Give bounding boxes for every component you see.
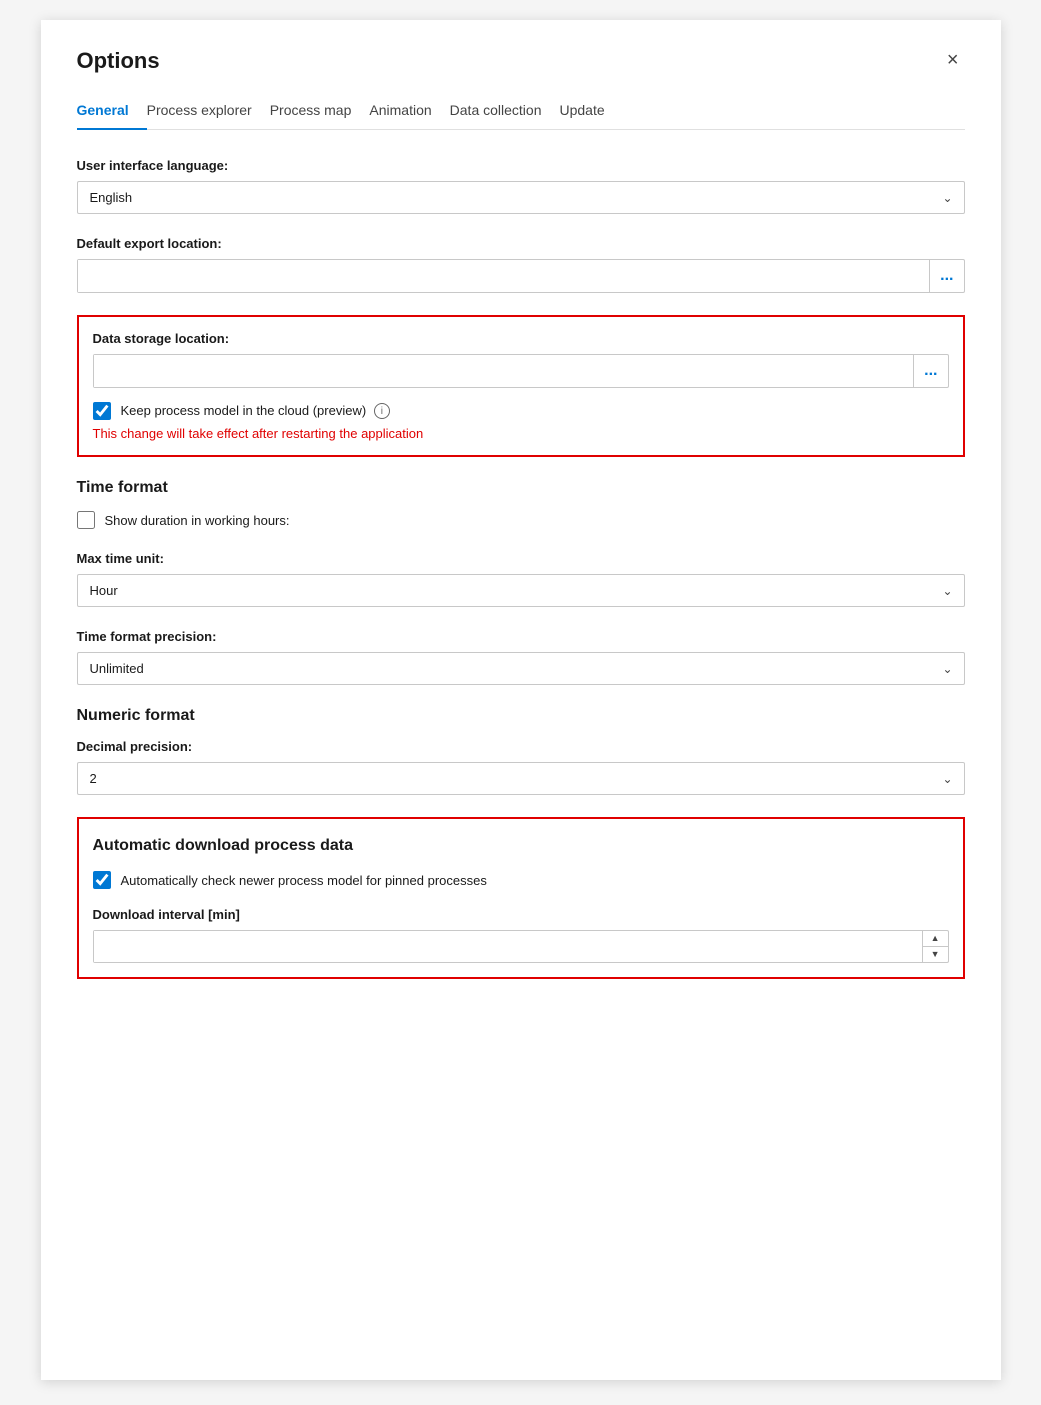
decimal-precision-group: Decimal precision: 0 1 2 3 4 ⌄ — [77, 739, 965, 795]
show-duration-row: Show duration in working hours: — [77, 511, 965, 529]
tab-process-explorer[interactable]: Process explorer — [147, 92, 270, 130]
dialog-header: Options × — [77, 48, 965, 74]
max-time-unit-select[interactable]: Hour Day Week Month — [77, 574, 965, 607]
default-export-browse-button[interactable]: ... — [929, 260, 963, 292]
auto-check-row: Automatically check newer process model … — [93, 871, 949, 889]
options-dialog: Options × General Process explorer Proce… — [41, 20, 1001, 1380]
show-duration-group: Show duration in working hours: — [77, 511, 965, 529]
time-format-precision-group: Time format precision: Unlimited Seconds… — [77, 629, 965, 685]
tab-data-collection[interactable]: Data collection — [450, 92, 560, 130]
default-export-label: Default export location: — [77, 236, 965, 251]
tabs-container: General Process explorer Process map Ani… — [77, 92, 965, 130]
default-export-group: Default export location: C:\Users\userna… — [77, 236, 965, 293]
ui-language-select[interactable]: English French German Spanish — [77, 181, 965, 214]
tab-update[interactable]: Update — [559, 92, 622, 130]
show-duration-label: Show duration in working hours: — [105, 513, 290, 528]
ui-language-select-wrapper: English French German Spanish ⌄ — [77, 181, 965, 214]
tab-process-map[interactable]: Process map — [270, 92, 370, 130]
default-export-input[interactable]: C:\Users\username\Downloads — [78, 260, 930, 292]
tab-general[interactable]: General — [77, 92, 147, 130]
close-button[interactable]: × — [941, 48, 965, 72]
keep-cloud-container: Keep process model in the cloud (preview… — [93, 402, 949, 441]
spinner-buttons: ▲ ▼ — [922, 931, 948, 962]
restart-notice: This change will take effect after resta… — [93, 426, 949, 441]
decimal-precision-select[interactable]: 0 1 2 3 4 — [77, 762, 965, 795]
dialog-title: Options — [77, 48, 160, 74]
keep-cloud-row: Keep process model in the cloud (preview… — [93, 402, 949, 420]
auto-download-section: Automatic download process data Automati… — [77, 817, 965, 979]
tab-animation[interactable]: Animation — [369, 92, 449, 130]
decimal-precision-label: Decimal precision: — [77, 739, 965, 754]
data-storage-section: Data storage location: C:\DataStorageLoc… — [77, 315, 965, 457]
keep-cloud-label: Keep process model in the cloud (preview… — [121, 403, 390, 420]
data-storage-input-wrapper: C:\DataStorageLocation ... — [93, 354, 949, 388]
ui-language-group: User interface language: English French … — [77, 158, 965, 214]
auto-download-heading: Automatic download process data — [93, 837, 949, 855]
time-format-precision-label: Time format precision: — [77, 629, 965, 644]
data-storage-group: Data storage location: C:\DataStorageLoc… — [93, 331, 949, 388]
data-storage-browse-button[interactable]: ... — [913, 355, 947, 387]
decimal-precision-select-wrapper: 0 1 2 3 4 ⌄ — [77, 762, 965, 795]
download-interval-input[interactable]: 15 — [94, 931, 922, 962]
data-storage-input[interactable]: C:\DataStorageLocation — [94, 355, 914, 387]
ui-language-label: User interface language: — [77, 158, 965, 173]
time-format-precision-select[interactable]: Unlimited Seconds Minutes Hours — [77, 652, 965, 685]
time-format-heading: Time format — [77, 479, 965, 497]
time-format-precision-select-wrapper: Unlimited Seconds Minutes Hours ⌄ — [77, 652, 965, 685]
max-time-unit-label: Max time unit: — [77, 551, 965, 566]
max-time-unit-select-wrapper: Hour Day Week Month ⌄ — [77, 574, 965, 607]
download-interval-label: Download interval [min] — [93, 907, 949, 922]
max-time-unit-group: Max time unit: Hour Day Week Month ⌄ — [77, 551, 965, 607]
data-storage-label: Data storage location: — [93, 331, 949, 346]
show-duration-checkbox[interactable] — [77, 511, 95, 529]
info-icon: i — [374, 403, 390, 419]
spinner-down-button[interactable]: ▼ — [923, 947, 948, 962]
download-interval-spinner: 15 ▲ ▼ — [93, 930, 949, 963]
auto-check-label: Automatically check newer process model … — [121, 873, 487, 888]
default-export-input-wrapper: C:\Users\username\Downloads ... — [77, 259, 965, 293]
spinner-up-button[interactable]: ▲ — [923, 931, 948, 947]
keep-cloud-checkbox[interactable] — [93, 402, 111, 420]
numeric-format-heading: Numeric format — [77, 707, 965, 725]
download-interval-group: Download interval [min] 15 ▲ ▼ — [93, 907, 949, 963]
auto-check-checkbox[interactable] — [93, 871, 111, 889]
